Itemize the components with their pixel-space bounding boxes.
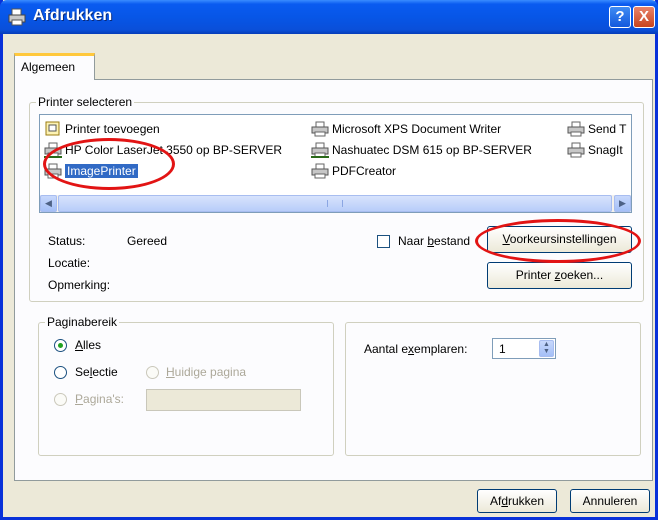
copies-spin-buttons[interactable]: ▲ ▼ <box>539 340 554 357</box>
printer-item-label: PDFCreator <box>332 164 397 178</box>
printer-item-nashuatec[interactable]: Nashuatec DSM 615 op BP-SERVER <box>311 142 532 158</box>
label-mnemonic: d <box>501 494 508 508</box>
title-bar[interactable]: Afdrukken ? X <box>0 0 658 34</box>
label-part: rukken <box>508 494 545 508</box>
radio-selection[interactable] <box>54 366 67 379</box>
label-mnemonic: A <box>75 338 84 352</box>
label-part: Se <box>75 365 90 379</box>
printer-item-pdfcreator[interactable]: PDFCreator <box>311 163 396 179</box>
radio-current-page-label[interactable]: Huidige pagina <box>166 365 246 379</box>
cancel-button[interactable]: Annuleren <box>570 489 650 513</box>
page-range-legend: Paginabereik <box>45 315 120 329</box>
label-part: ectie <box>92 365 118 379</box>
print-to-file-checkbox[interactable] <box>377 235 390 248</box>
label-mnemonic: V <box>502 232 510 246</box>
printer-item-label: Microsoft XPS Document Writer <box>332 122 502 136</box>
printer-icon <box>44 163 62 179</box>
scroll-left-button[interactable]: ◀ <box>40 195 57 212</box>
print-to-file-label[interactable]: Naar bestand <box>398 234 470 248</box>
printer-icon <box>311 121 329 137</box>
tab-algemeen[interactable]: Algemeen <box>14 53 95 80</box>
label-part: agina's: <box>83 392 125 406</box>
window-title: Afdrukken <box>33 7 113 24</box>
label-part: estand <box>434 234 471 248</box>
scroll-right-button[interactable]: ▶ <box>614 195 631 212</box>
print-button[interactable]: Afdrukken <box>477 489 557 513</box>
radio-all-label[interactable]: Alles <box>75 338 101 352</box>
printer-item-label: ImagePrinter <box>65 164 138 178</box>
copies-stepper[interactable]: 1 ▲ ▼ <box>492 338 556 359</box>
scroll-thumb[interactable] <box>58 195 612 212</box>
network-printer-icon <box>311 142 329 158</box>
radio-selected-dot <box>58 343 63 348</box>
add-printer-icon <box>45 121 60 136</box>
label-part: uidige pagina <box>174 365 247 379</box>
label-part: Naar <box>398 234 428 248</box>
printer-icon <box>8 8 26 26</box>
printer-item-printer-toevoegen[interactable]: Printer toevoegen <box>44 121 160 137</box>
printer-list-hscrollbar[interactable]: ◀ ▶ <box>40 195 631 212</box>
radio-pages[interactable] <box>54 393 67 406</box>
printer-item-label: Printer toevoegen <box>65 122 160 136</box>
status-value: Gereed <box>127 234 168 248</box>
copies-label: Aantal exemplaren: <box>364 342 467 356</box>
printer-item-hp-color-laserjet[interactable]: HP Color LaserJet 3550 op BP-SERVER <box>44 142 282 158</box>
label-mnemonic: H <box>166 365 175 379</box>
find-printer-button[interactable]: Printer zoeken... <box>487 262 632 289</box>
label-part: Aantal e <box>364 342 409 356</box>
network-printer-icon <box>44 142 62 158</box>
radio-selection-label[interactable]: Selectie <box>75 365 118 379</box>
printer-item-snagit[interactable]: SnagIt <box>567 142 623 158</box>
radio-current-page[interactable] <box>146 366 159 379</box>
label-part: emplaren: <box>414 342 468 356</box>
printer-item-label: Nashuatec DSM 615 op BP-SERVER <box>332 143 532 157</box>
pages-input[interactable] <box>146 389 301 411</box>
printer-select-legend: Printer selecteren <box>36 95 135 109</box>
printer-list[interactable]: Printer toevoegen Microsoft XPS Document… <box>39 114 632 213</box>
printer-item-label: HP Color LaserJet 3550 op BP-SERVER <box>65 143 283 157</box>
printer-item-imageprinter[interactable]: ImagePrinter <box>44 163 138 179</box>
printer-item-label: SnagIt <box>588 143 623 157</box>
scroll-grip <box>327 200 343 207</box>
printer-icon <box>311 163 329 179</box>
radio-all[interactable] <box>54 339 67 352</box>
help-button[interactable]: ? <box>609 6 631 28</box>
printer-item-microsoft-xps[interactable]: Microsoft XPS Document Writer <box>311 121 501 137</box>
preferences-button[interactable]: Voorkeursinstellingen <box>487 226 632 253</box>
printer-item-label: Send T <box>588 122 627 136</box>
copies-value: 1 <box>499 342 506 356</box>
radio-pages-label[interactable]: Pagina's: <box>75 392 124 406</box>
label-part: Printer <box>515 268 555 282</box>
close-button[interactable]: X <box>633 6 655 28</box>
label-mnemonic: P <box>75 392 84 406</box>
printer-icon <box>567 121 585 137</box>
printer-item-send-to[interactable]: Send T <box>567 121 626 137</box>
location-label: Locatie: <box>48 256 91 270</box>
printer-icon <box>567 142 585 158</box>
label-part: lles <box>83 338 102 352</box>
label-part: Af <box>489 494 502 508</box>
label-part: oorkeursinstellingen <box>509 232 617 246</box>
status-label: Status: <box>48 234 86 248</box>
comment-label: Opmerking: <box>48 278 111 292</box>
print-dialog-window: Afdrukken ? X Algemeen Printer selectere… <box>0 0 658 520</box>
label-part: oeken... <box>560 268 604 282</box>
